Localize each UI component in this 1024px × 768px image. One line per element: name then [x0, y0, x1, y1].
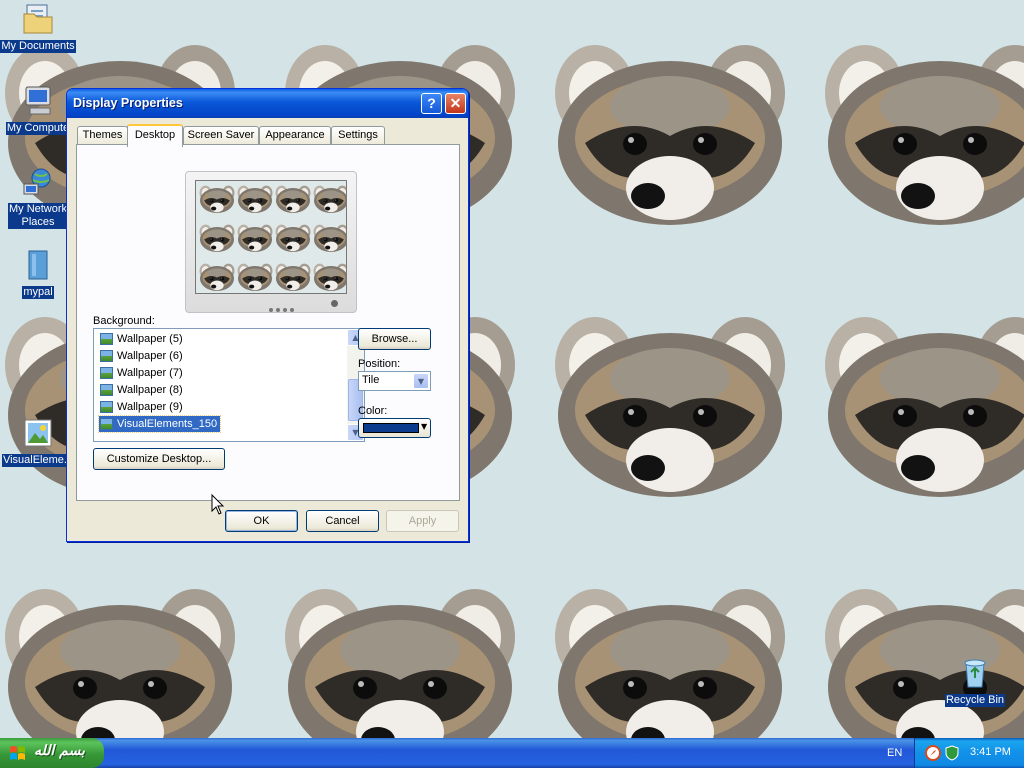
desktop-icon-label: VisualEleme... — [1, 454, 75, 467]
wallpaper-file-icon — [100, 367, 113, 379]
list-item-selected[interactable]: VisualElements_150 — [97, 415, 222, 433]
folder-documents-icon — [23, 4, 53, 34]
raccoon-wallpaper-tile — [825, 317, 1024, 497]
preview-raccoon — [275, 185, 311, 213]
recycle-bin-icon — [964, 659, 986, 688]
mouse-cursor-icon — [211, 494, 225, 515]
color-swatch — [363, 423, 419, 433]
list-item[interactable]: Wallpaper (8) — [99, 382, 186, 398]
raccoon-wallpaper-tile — [825, 589, 1024, 738]
desktop-icon-label: Recycle Bin — [944, 694, 1006, 707]
tab-settings[interactable]: Settings — [331, 126, 385, 145]
desktop-icon-visualelements[interactable]: VisualEleme... — [0, 416, 76, 467]
preview-raccoon — [237, 224, 273, 252]
desktop-icon-recycle-bin[interactable]: Recycle Bin — [937, 656, 1013, 707]
desktop-icon-label: My Documents — [0, 40, 76, 53]
windows-logo-icon — [10, 746, 25, 760]
cancel-button[interactable]: Cancel — [306, 510, 379, 532]
preview-raccoon — [275, 263, 311, 291]
start-button[interactable]: بسم الله — [0, 738, 104, 768]
taskbar: بسم الله EN 3:41 PM — [0, 738, 1024, 768]
desktop-icon-label: mypal — [22, 286, 54, 299]
wallpaper-file-icon — [100, 401, 113, 413]
list-item[interactable]: Wallpaper (7) — [99, 365, 186, 381]
dialog-body: Themes Desktop Screen Saver Appearance S… — [70, 118, 465, 538]
desktop-tab-panel: Background: Wallpaper (5) Wallpaper (6) … — [76, 144, 460, 501]
monitor-preview — [185, 171, 357, 313]
desktop-icon-my-network-places[interactable]: My Network Places — [0, 166, 76, 229]
raccoon-wallpaper-tile — [555, 317, 785, 497]
chevron-down-icon: ▼ — [421, 422, 428, 431]
preview-raccoon — [313, 263, 346, 291]
preview-raccoon — [237, 185, 273, 213]
display-properties-dialog: Display Properties ? ✕ Themes Desktop Sc… — [66, 88, 469, 542]
desktop-icon-label: My Network Places — [7, 203, 69, 229]
help-button[interactable]: ? — [421, 93, 442, 114]
raccoon-wallpaper-tile — [555, 589, 785, 738]
monitor-buttons — [269, 302, 297, 315]
list-item[interactable]: Wallpaper (6) — [99, 348, 186, 364]
list-item[interactable]: Wallpaper (9) — [99, 399, 186, 415]
raccoon-wallpaper-tile — [5, 589, 235, 738]
raccoon-wallpaper-tile — [555, 45, 785, 225]
browse-button[interactable]: Browse... — [358, 328, 431, 350]
dialog-title: Display Properties — [73, 96, 183, 110]
start-label: بسم الله — [34, 743, 85, 759]
language-indicator[interactable]: EN — [887, 747, 902, 759]
customize-desktop-button[interactable]: Customize Desktop... — [93, 448, 225, 470]
close-button[interactable]: ✕ — [445, 93, 466, 114]
raccoon-wallpaper-tile — [285, 589, 515, 738]
list-item[interactable]: Wallpaper (5) — [99, 331, 186, 347]
position-value: Tile — [362, 374, 380, 386]
position-select[interactable]: Tile ▼ — [358, 371, 431, 391]
clock[interactable]: 3:41 PM — [970, 746, 1011, 758]
desktop-icon-my-computer[interactable]: My Compute — [0, 84, 76, 135]
tab-themes[interactable]: Themes — [77, 126, 128, 145]
image-file-icon — [24, 419, 52, 447]
desktop-icon-mypal[interactable]: mypal — [0, 248, 76, 299]
wallpaper-file-icon — [100, 350, 113, 362]
security-shield-icon[interactable] — [944, 745, 960, 761]
file-icon — [28, 250, 48, 280]
background-label: Background: — [93, 315, 155, 327]
preview-raccoon — [313, 185, 346, 213]
dialog-titlebar[interactable]: Display Properties ? ✕ — [67, 89, 468, 118]
network-icon — [23, 168, 51, 195]
tab-screen-saver[interactable]: Screen Saver — [183, 126, 259, 145]
color-picker-button[interactable]: ▼ — [358, 418, 431, 438]
background-listbox[interactable]: Wallpaper (5) Wallpaper (6) Wallpaper (7… — [93, 328, 365, 442]
color-label: Color: — [358, 405, 388, 417]
preview-raccoon — [199, 185, 235, 213]
wallpaper-file-icon — [100, 333, 113, 345]
preview-raccoon — [275, 224, 311, 252]
chevron-down-icon[interactable]: ▼ — [413, 373, 429, 389]
preview-raccoon — [199, 224, 235, 252]
preview-raccoon — [237, 263, 273, 291]
raccoon-wallpaper-tile — [825, 45, 1024, 225]
preview-raccoon — [199, 263, 235, 291]
desktop-icon-label: My Compute — [5, 122, 71, 135]
monitor-power-light — [331, 300, 338, 307]
preview-raccoon — [313, 224, 346, 252]
ok-button[interactable]: OK — [225, 510, 298, 532]
browser-icon[interactable] — [925, 745, 941, 761]
computer-icon — [25, 86, 51, 115]
wallpaper-file-icon — [100, 418, 113, 430]
apply-button[interactable]: Apply — [386, 510, 459, 532]
desktop-icon-my-documents[interactable]: My Documents — [0, 2, 76, 53]
position-label: Position: — [358, 358, 401, 370]
preview-screen — [195, 180, 347, 294]
tab-desktop[interactable]: Desktop — [127, 124, 183, 147]
wallpaper-file-icon — [100, 384, 113, 396]
tab-appearance[interactable]: Appearance — [259, 126, 331, 145]
system-tray: 3:41 PM — [914, 738, 1024, 768]
